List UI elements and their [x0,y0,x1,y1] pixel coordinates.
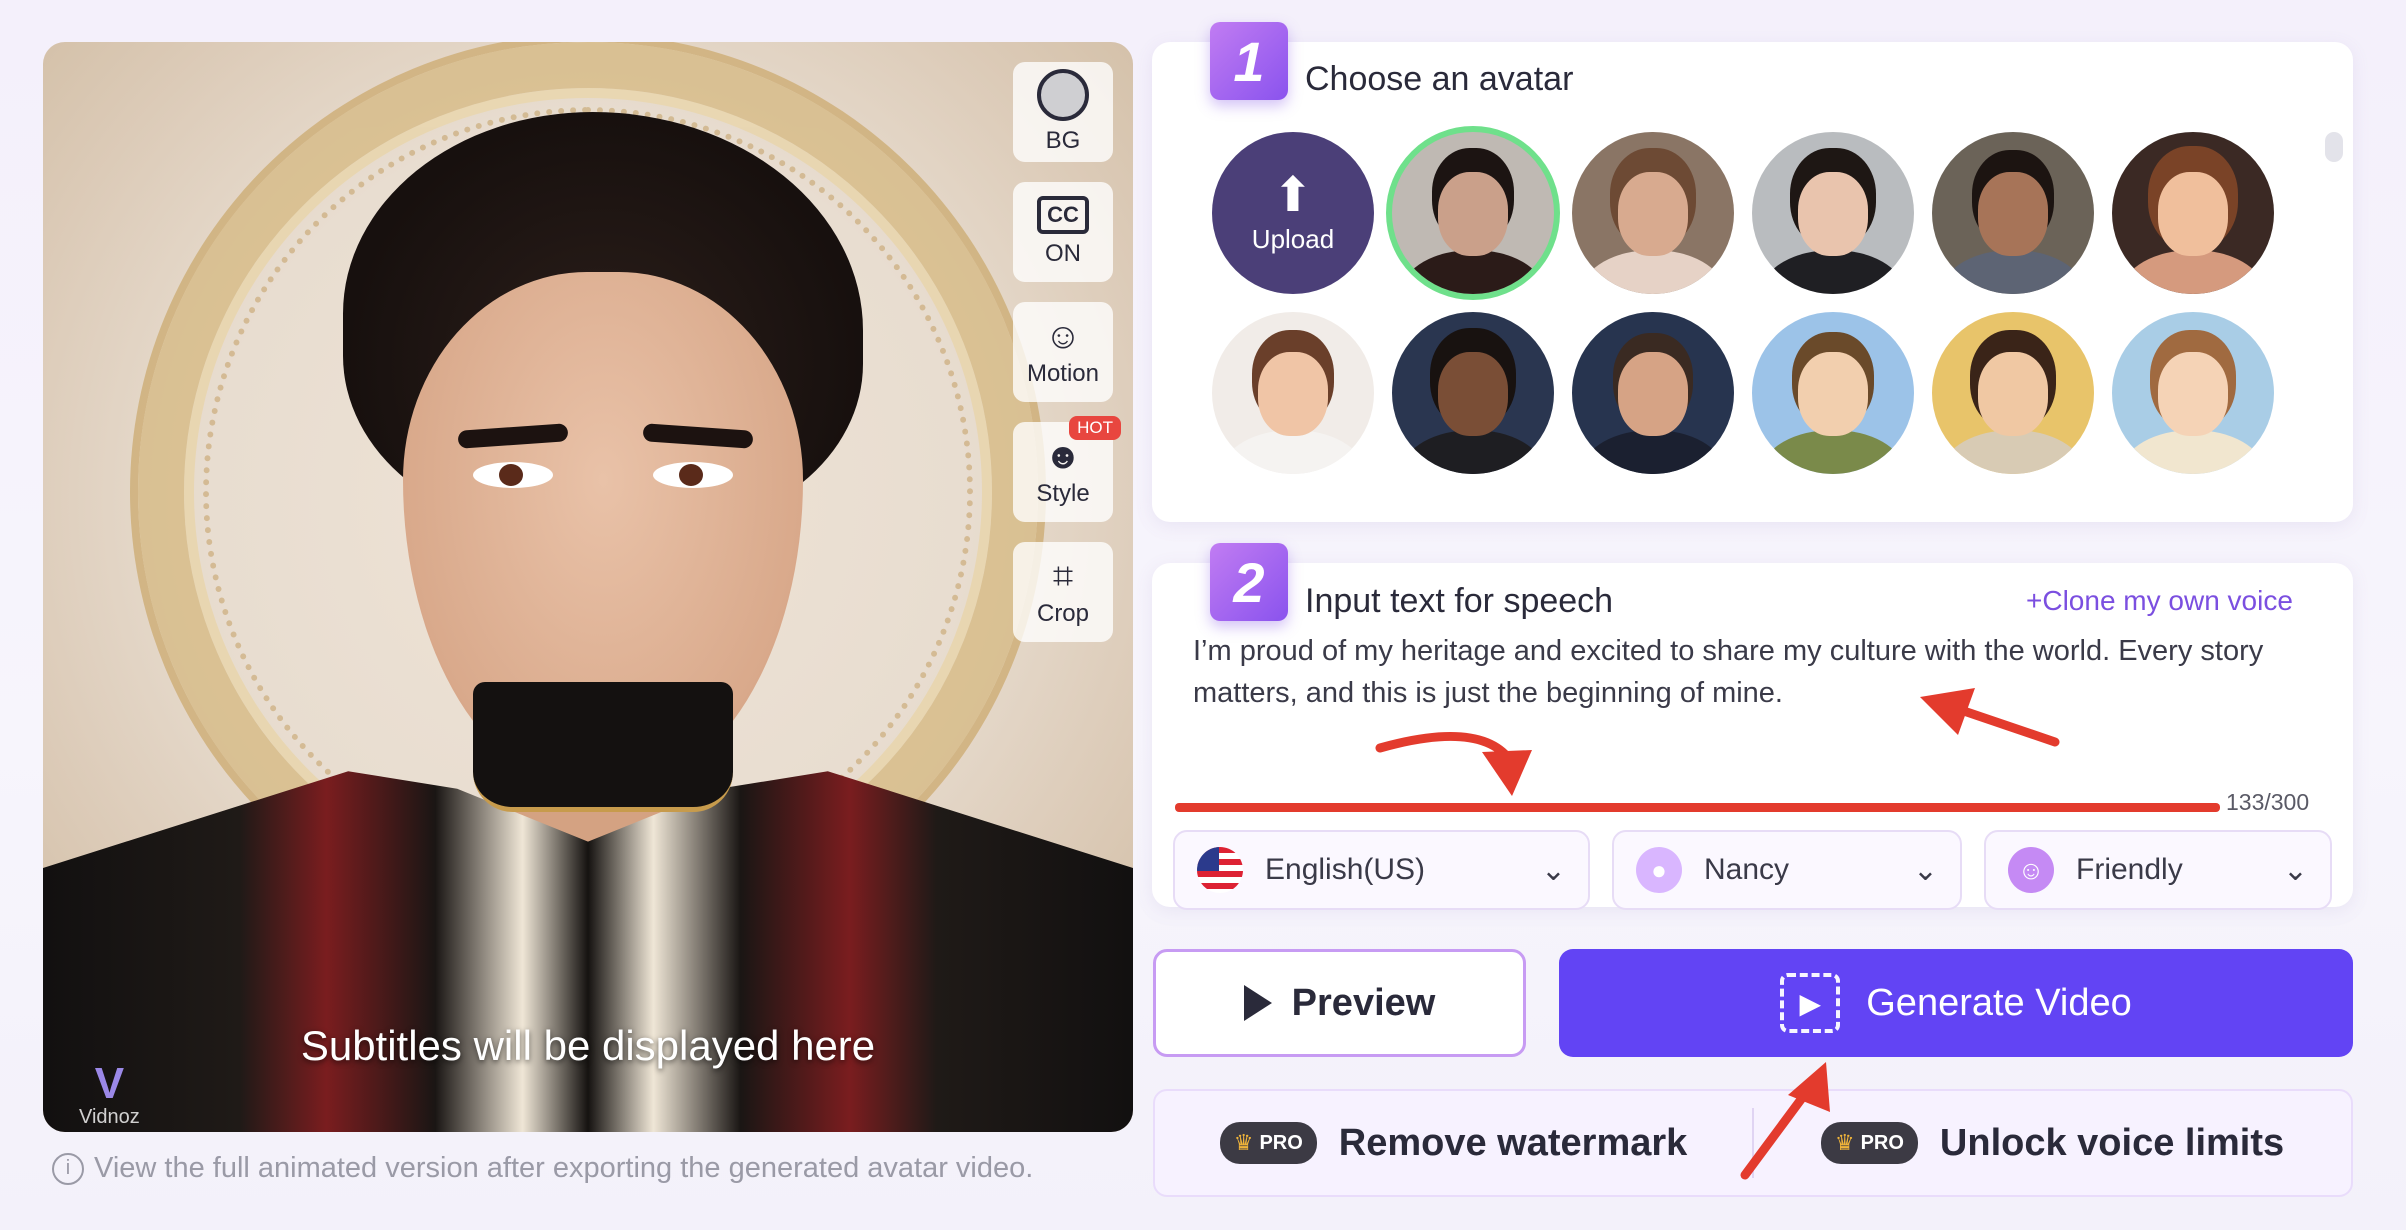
avatar-option[interactable] [1392,132,1554,294]
remove-watermark-label: Remove watermark [1338,1121,1688,1164]
captions-tool-label: ON [1045,240,1081,267]
avatar-option[interactable] [1572,132,1734,294]
choose-avatar-title: Choose an avatar [1305,60,1574,98]
pro-badge-label: PRO [1259,1131,1303,1154]
smile-icon: ☺ [2008,847,2054,893]
avatar-option[interactable] [1392,312,1554,474]
annotation-underline [1175,803,2220,812]
avatar-eye-right [653,462,733,488]
avatar-option[interactable] [1752,132,1914,294]
pro-badge-label: PRO [1860,1131,1904,1154]
avatar-option[interactable] [1212,312,1374,474]
generate-video-label: Generate Video [1866,981,2132,1024]
voice-value: Nancy [1704,853,1790,886]
step-1-badge: 1 [1210,22,1288,100]
avatar-option[interactable] [2112,312,2274,474]
clone-voice-link[interactable]: +Clone my own voice [2026,585,2293,617]
language-select[interactable]: English(US) ⌄ [1173,830,1590,910]
avatar-eye-left [473,462,553,488]
avatar-option[interactable] [2112,132,2274,294]
avatar-option[interactable] [1752,312,1914,474]
vidnoz-logo-icon: V [94,1059,125,1108]
motion-tool-button[interactable]: ☺ Motion [1013,302,1113,402]
upload-avatar-button[interactable]: ⬆ Upload [1212,132,1374,294]
motion-icon: ☺ [1044,315,1082,356]
bg-circle-icon [1037,69,1089,121]
bg-tool-button[interactable]: BG [1013,62,1113,162]
speech-textarea[interactable]: I’m proud of my heritage and excited to … [1193,630,2313,714]
clone-voice-label: Clone my own voice [2042,585,2293,616]
tone-value: Friendly [2076,853,2183,886]
style-icon: ☻ [1044,435,1082,476]
crop-icon: ⌗ [1052,555,1074,596]
crown-icon: ♛ [1233,1130,1254,1155]
chevron-down-icon: ⌄ [1540,853,1566,887]
step-2-badge: 2 [1210,543,1288,621]
style-tool-label: Style [1036,480,1090,507]
chevron-down-icon: ⌄ [2282,853,2308,887]
play-icon [1243,985,1272,1021]
avatar-preview: Subtitles will be displayed here V Vidno… [43,42,1133,1132]
upload-icon: ⬆ [1272,168,1314,222]
export-note-text: View the full animated version after exp… [94,1152,1034,1184]
captions-tool-button[interactable]: CC ON [1013,182,1113,282]
info-icon: i [52,1152,84,1185]
unlock-voice-button[interactable]: ♛ PRO Unlock voice limits [1754,1122,2351,1165]
pro-upsell-bar: ♛ PRO Remove watermark ♛ PRO Unlock voice … [1153,1089,2353,1197]
generate-video-icon: ▶ [1780,973,1841,1033]
unlock-voice-label: Unlock voice limits [1939,1121,2285,1164]
person-icon: ● [1636,847,1682,893]
plus-icon: + [2026,585,2043,616]
generate-video-button[interactable]: ▶ Generate Video [1559,949,2353,1057]
chevron-down-icon: ⌄ [1912,853,1938,887]
bg-tool-label: BG [1045,127,1081,154]
input-text-title: Input text for speech [1305,582,1614,620]
remove-watermark-button[interactable]: ♛ PRO Remove watermark [1155,1122,1752,1165]
style-tool-button[interactable]: HOT ☻ Style [1013,416,1121,522]
tone-select[interactable]: ☺ Friendly ⌄ [1984,830,2332,910]
export-note: i View the full animated version after e… [52,1152,1033,1185]
pro-badge: ♛ PRO [1820,1122,1918,1164]
hot-badge: HOT [1069,416,1121,440]
cc-icon: CC [1037,196,1089,234]
crop-tool-label: Crop [1036,600,1090,627]
preview-button[interactable]: Preview [1153,949,1526,1057]
avatar-option[interactable] [1572,312,1734,474]
crop-tool-button[interactable]: ⌗ Crop [1013,542,1113,642]
language-value: English(US) [1265,853,1426,886]
subtitle-text: Subtitles will be displayed here [300,1022,876,1069]
motion-tool-label: Motion [1026,360,1100,387]
char-counter: 133/300 [2226,789,2310,815]
vidnoz-watermark: V Vidnoz [79,1062,140,1129]
voice-select[interactable]: ● Nancy ⌄ [1612,830,1962,910]
watermark-label: Vidnoz [79,1106,140,1128]
avatar-option[interactable] [1932,132,2094,294]
pro-badge: ♛ PRO [1219,1122,1317,1164]
avatar-list-scrollbar[interactable] [2325,132,2343,162]
us-flag-icon [1197,847,1243,893]
preview-toolbar: BG CC ON ☺ Motion HOT ☻ Style ⌗ Crop [1013,62,1121,662]
avatar-option[interactable] [1932,312,2094,474]
upload-label: Upload [1251,223,1335,254]
preview-label: Preview [1291,981,1436,1024]
crown-icon: ♛ [1834,1130,1855,1155]
avatar-collar [473,682,733,812]
